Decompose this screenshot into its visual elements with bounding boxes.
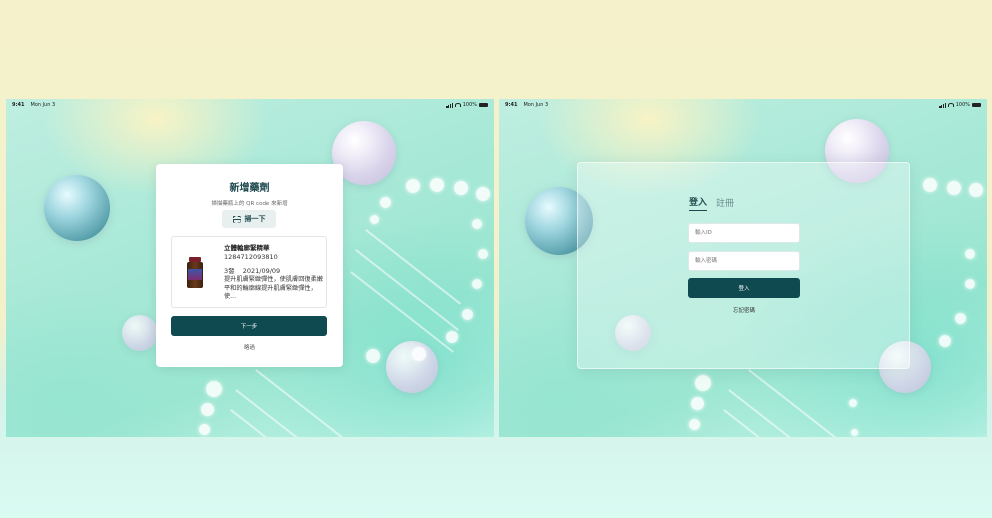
password-input[interactable] [688,251,800,271]
login-button[interactable]: 登入 [688,278,800,298]
status-bar: 9:41 Mon Jun 3 100% [6,99,494,111]
next-button[interactable]: 下一步 [171,316,327,336]
status-time: 9:41 [12,102,25,108]
product-name: 立體輪廓緊精華 [224,244,270,252]
battery-icon [972,103,981,107]
status-bar: 9:41 Mon Jun 3 100% [499,99,987,111]
wifi-icon [947,103,954,107]
login-screen: 9:41 Mon Jun 3 100% 登入 註冊 輸入ID 登入 忘記密碼 [499,99,987,437]
product-code: 1284712093810 [224,253,278,261]
pearl-decoration [122,315,158,351]
add-medicine-screen: 9:41 Mon Jun 3 100% 新增藥劑 掃描藥瓶上的 QR code … [6,99,494,437]
status-icons: 100% [446,102,488,108]
wifi-icon [454,103,461,107]
status-time: 9:41 [505,102,518,108]
tab-login[interactable]: 登入 [689,195,708,211]
product-meta: 3發 2021/09/09 [224,265,280,275]
product-bottle-image [186,257,204,289]
page-title: 新增藥劑 [229,183,270,194]
id-input[interactable] [688,223,800,243]
product-quantity: 3發 [224,267,235,275]
login-panel: 登入 註冊 登入 忘記密碼 [577,162,910,369]
battery-icon [479,103,488,107]
scan-button[interactable]: 掃一下 [222,210,276,228]
battery-percent: 100% [462,102,477,108]
scan-icon [232,216,241,223]
product-card[interactable]: 立體輪廓緊精華 1284712093810 3發 2021/09/09 提升肌膚… [171,236,327,308]
pearl-decoration [386,341,438,393]
product-description: 提升肌膚緊緻彈性，使肌膚回復柔嫩平和的輪廓線提升肌膚緊緻彈性，使... [224,276,323,301]
battery-percent: 100% [955,102,970,108]
status-icons: 100% [939,102,981,108]
status-date: Mon Jun 3 [523,102,549,108]
page-subtitle: 掃描藥瓶上的 QR code 來新增 [211,201,288,207]
pearl-decoration [44,175,110,241]
auth-tabs: 登入 註冊 [689,195,734,211]
forgot-password-link[interactable]: 忘記密碼 [688,306,800,314]
status-date: Mon Jun 3 [30,102,56,108]
skip-link[interactable]: 略過 [156,343,343,351]
add-medicine-card: 新增藥劑 掃描藥瓶上的 QR code 來新增 掃一下 立體輪廓緊精華 1284… [156,164,343,367]
signal-icon [939,102,946,108]
tab-register[interactable]: 註冊 [716,196,734,211]
scan-button-label: 掃一下 [244,215,266,223]
product-date: 2021/09/09 [242,267,281,275]
signal-icon [446,102,453,108]
